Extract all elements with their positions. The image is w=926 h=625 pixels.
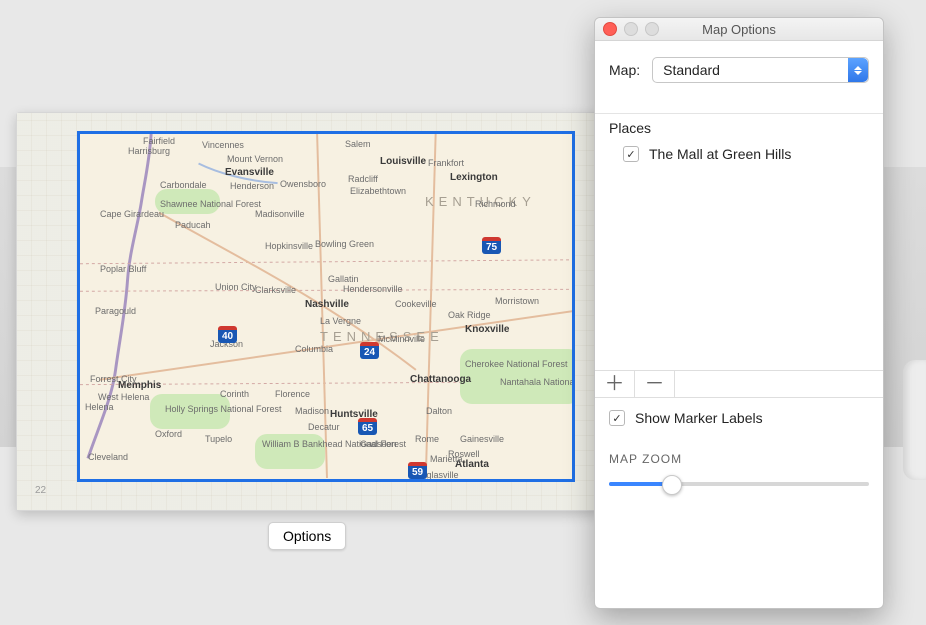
city-label: Columbia [295, 344, 333, 354]
city-label: Nashville [305, 299, 349, 310]
minimize-icon [624, 22, 638, 36]
place-label: The Mall at Green Hills [649, 146, 791, 162]
panel-title: Map Options [702, 22, 776, 37]
sidebar-peek [903, 360, 926, 480]
city-label: Carbondale [160, 180, 207, 190]
city-label: Radcliff [348, 174, 378, 184]
close-icon[interactable] [603, 22, 617, 36]
map-zoom-slider[interactable] [609, 474, 869, 494]
city-label: Paducah [175, 220, 211, 230]
map-type-label: Map: [609, 62, 640, 78]
interstate-shield-icon: 59 [408, 462, 427, 479]
show-marker-labels-label: Show Marker Labels [635, 410, 763, 426]
window-controls [603, 22, 659, 36]
city-label: Corinth [220, 389, 249, 399]
slider-knob[interactable] [662, 475, 682, 495]
city-label: West Helena [98, 392, 149, 402]
city-label: McMinnville [378, 334, 425, 344]
city-label: Evansville [225, 167, 274, 178]
places-header: Places [595, 113, 883, 146]
city-label: Cherokee National Forest [465, 359, 568, 369]
city-label: Poplar Bluff [100, 264, 146, 274]
interstate-shield-icon: 24 [360, 342, 379, 359]
city-label: Helena [85, 402, 114, 412]
chevron-updown-icon [848, 58, 868, 82]
panel-titlebar[interactable]: Map Options [595, 18, 883, 41]
options-button[interactable]: Options [268, 522, 346, 550]
city-label: Forrest City [90, 374, 137, 384]
city-label: Nantahala National Forest [500, 377, 575, 387]
city-label: Marietta [430, 454, 463, 464]
zoom-icon [645, 22, 659, 36]
map-options-panel: Map Options Map: Standard Places ✓ The M… [594, 17, 884, 609]
places-list: ✓ The Mall at Green Hills [595, 146, 883, 370]
map-type-select[interactable]: Standard [652, 57, 869, 83]
city-label: Decatur [308, 422, 340, 432]
city-label: Frankfort [428, 158, 464, 168]
interstate-shield-icon: 65 [358, 418, 377, 435]
place-checkbox[interactable]: ✓ [623, 146, 639, 162]
city-label: Cleveland [88, 452, 128, 462]
city-label: Tupelo [205, 434, 232, 444]
add-place-button[interactable]: ＋ [595, 371, 635, 397]
remove-place-button[interactable]: － [635, 371, 675, 397]
city-label: Clarksville [255, 285, 296, 295]
city-label: Gadsden [360, 439, 397, 449]
book-page: 22 KENTUCKYTENNESSEELouisvilleNashvilleM… [16, 112, 600, 511]
city-label: Gallatin [328, 274, 359, 284]
city-label: Chattanooga [410, 374, 471, 385]
city-label: Florence [275, 389, 310, 399]
city-label: Shawnee National Forest [160, 199, 261, 209]
map-type-value: Standard [663, 62, 720, 78]
city-label: Salem [345, 139, 371, 149]
city-label: Madison [295, 406, 329, 416]
city-label: Fairfield [143, 136, 175, 146]
city-label: Hopkinsville [265, 241, 313, 251]
city-label: Paragould [95, 306, 136, 316]
city-label: Richmond [475, 199, 516, 209]
city-label: Morristown [495, 296, 539, 306]
page-number: 22 [35, 485, 46, 496]
city-label: Holly Springs National Forest [165, 404, 282, 414]
places-add-remove: ＋ － [595, 370, 883, 398]
city-label: Harrisburg [128, 146, 170, 156]
city-label: Henderson [230, 181, 274, 191]
city-label: Mount Vernon [227, 154, 283, 164]
city-label: Louisville [380, 156, 426, 167]
place-row[interactable]: ✓ The Mall at Green Hills [595, 146, 883, 172]
city-label: La Vergne [320, 316, 361, 326]
city-label: Owensboro [280, 179, 326, 189]
show-marker-labels-checkbox[interactable]: ✓ [609, 410, 625, 426]
city-label: Vincennes [202, 140, 244, 150]
city-label: Gainesville [460, 434, 504, 444]
city-label: Oak Ridge [448, 310, 491, 320]
city-label: Knoxville [465, 324, 509, 335]
interstate-shield-icon: 40 [218, 326, 237, 343]
city-label: Cookeville [395, 299, 437, 309]
city-label: Rome [415, 434, 439, 444]
map-canvas[interactable]: KENTUCKYTENNESSEELouisvilleNashvilleMemp… [77, 131, 575, 482]
city-label: Madisonville [255, 209, 305, 219]
city-label: Oxford [155, 429, 182, 439]
map-zoom-header: MAP ZOOM [595, 438, 883, 474]
city-label: Elizabethtown [350, 186, 406, 196]
city-label: Dalton [426, 406, 452, 416]
interstate-shield-icon: 75 [482, 237, 501, 254]
city-label: Lexington [450, 172, 498, 183]
city-label: Union City [215, 282, 257, 292]
city-label: Hendersonville [343, 284, 403, 294]
city-label: Bowling Green [315, 239, 374, 249]
city-label: Cape Girardeau [100, 209, 164, 219]
